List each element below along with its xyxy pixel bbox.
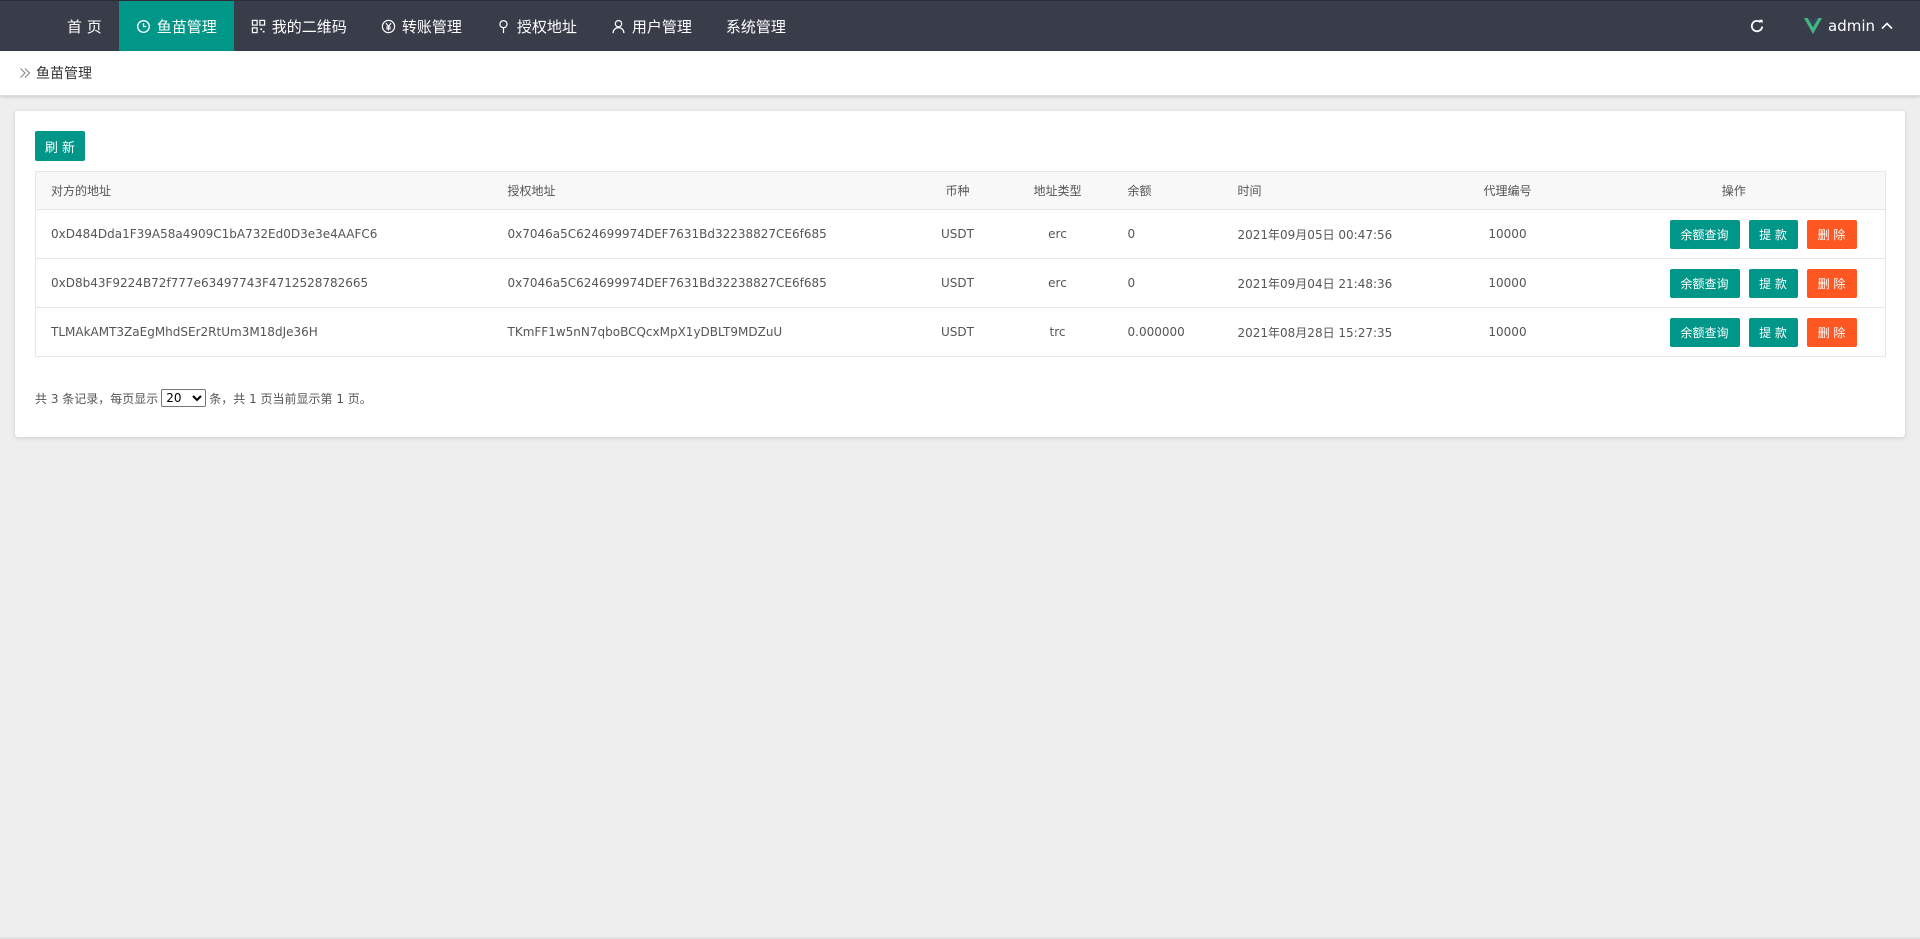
- cell-address: TLMAkAMT3ZaEgMhdSEr2RtUm3M18dJe36H: [35, 307, 493, 357]
- breadcrumb-current: 鱼苗管理: [36, 66, 92, 82]
- cell-agent-id: 10000: [1432, 209, 1583, 259]
- withdraw-button[interactable]: 提 款: [1748, 219, 1798, 249]
- cell-balance: 0.000000: [1112, 307, 1223, 357]
- cell-coin: USDT: [912, 258, 1003, 308]
- user-name: admin: [1828, 17, 1875, 35]
- nav-item-label: 鱼苗管理: [156, 17, 217, 36]
- nav-item-users[interactable]: 用户管理: [594, 1, 709, 51]
- balance-query-button[interactable]: 余额查询: [1669, 219, 1740, 249]
- table-header-row: 对方的地址 授权地址 币种 地址类型 余额 时间 代理编号 操作: [35, 171, 1886, 210]
- yen-icon: [381, 18, 397, 34]
- nav-item-label: 首 页: [67, 17, 102, 36]
- cell-time: 2021年09月05日 00:47:56: [1222, 209, 1433, 259]
- nav-item-label: 用户管理: [631, 17, 692, 36]
- balance-query-button[interactable]: 余额查询: [1669, 317, 1740, 347]
- clock-icon: [136, 18, 152, 34]
- cell-auth-address: 0x7046a5C624699974DEF7631Bd32238827CE6f6…: [492, 258, 913, 308]
- breadcrumb: 鱼苗管理: [0, 51, 1920, 96]
- col-header-actions: 操作: [1582, 171, 1886, 210]
- nav-item-label: 我的二维码: [271, 17, 347, 36]
- table-row: 0xD8b43F9224B72f777e63497743F47125287826…: [35, 258, 1886, 308]
- balance-query-button[interactable]: 余额查询: [1669, 268, 1740, 298]
- qrcode-icon: [251, 18, 267, 34]
- user-menu[interactable]: admin: [1782, 1, 1902, 51]
- cell-time: 2021年08月28日 15:27:35: [1222, 307, 1433, 357]
- table-row: TLMAkAMT3ZaEgMhdSEr2RtUm3M18dJe36H TKmFF…: [35, 307, 1886, 357]
- nav-item-label: 转账管理: [401, 17, 462, 36]
- col-header-balance: 余额: [1112, 171, 1223, 210]
- cell-actions: 余额查询 提 款 删 除: [1582, 258, 1886, 308]
- fish-fry-table: 对方的地址 授权地址 币种 地址类型 余额 时间 代理编号 操作 0xD484D…: [35, 171, 1886, 357]
- cell-agent-id: 10000: [1432, 307, 1583, 357]
- col-header-auth-address: 授权地址: [492, 171, 913, 210]
- cell-address-type: erc: [1002, 209, 1113, 259]
- main-nav: 首 页 鱼苗管理 我的二维码 转账管理 授权地址 用户管理 系统管理: [0, 1, 803, 51]
- cell-coin: USDT: [912, 209, 1003, 259]
- pager-suffix: 条，共 1 页当前显示第 1 页。: [209, 391, 372, 406]
- col-header-coin: 币种: [912, 171, 1003, 210]
- pagination: 共 3 条记录，每页显示 20 条，共 1 页当前显示第 1 页。: [35, 389, 372, 407]
- vue-logo-icon: [1804, 18, 1822, 34]
- col-header-address: 对方的地址: [35, 171, 493, 210]
- col-header-time: 时间: [1222, 171, 1433, 210]
- nav-item-transfer[interactable]: 转账管理: [364, 1, 479, 51]
- cell-address: 0xD8b43F9224B72f777e63497743F47125287826…: [35, 258, 493, 308]
- delete-button[interactable]: 删 除: [1806, 268, 1857, 298]
- delete-button[interactable]: 删 除: [1806, 219, 1857, 249]
- double-chevron-right-icon: [20, 68, 31, 78]
- cell-agent-id: 10000: [1432, 258, 1583, 308]
- location-icon: [496, 18, 512, 34]
- cell-auth-address: 0x7046a5C624699974DEF7631Bd32238827CE6f6…: [492, 209, 913, 259]
- table-row: 0xD484Dda1F39A58a4909C1bA732Ed0D3e3e4AAF…: [35, 209, 1886, 259]
- nav-item-system[interactable]: 系统管理: [709, 1, 803, 51]
- withdraw-button[interactable]: 提 款: [1748, 268, 1798, 298]
- nav-item-qrcode[interactable]: 我的二维码: [234, 1, 364, 51]
- nav-item-home[interactable]: 首 页: [50, 1, 119, 51]
- cell-balance: 0: [1112, 209, 1223, 259]
- chevron-up-icon: [1881, 22, 1893, 30]
- col-header-address-type: 地址类型: [1002, 171, 1113, 210]
- col-header-agent-id: 代理编号: [1432, 171, 1583, 210]
- top-right-tools: admin: [1732, 1, 1920, 51]
- top-nav-bar: 首 页 鱼苗管理 我的二维码 转账管理 授权地址 用户管理 系统管理 admin: [0, 0, 1920, 51]
- page-size-select[interactable]: 20: [161, 389, 207, 407]
- refresh-page-button[interactable]: [1732, 1, 1782, 51]
- cell-balance: 0: [1112, 258, 1223, 308]
- cell-coin: USDT: [912, 307, 1003, 357]
- cell-actions: 余额查询 提 款 删 除: [1582, 307, 1886, 357]
- cell-address: 0xD484Dda1F39A58a4909C1bA732Ed0D3e3e4AAF…: [35, 209, 493, 259]
- nav-item-label: 授权地址: [516, 17, 577, 36]
- refresh-button[interactable]: 刷 新: [35, 131, 85, 161]
- cell-auth-address: TKmFF1w5nN7qboBCQcxMpX1yDBLT9MDZuU: [492, 307, 913, 357]
- delete-button[interactable]: 删 除: [1806, 317, 1857, 347]
- cell-time: 2021年09月04日 21:48:36: [1222, 258, 1433, 308]
- nav-item-label: 系统管理: [725, 17, 786, 36]
- refresh-icon: [1750, 19, 1764, 33]
- cell-address-type: trc: [1002, 307, 1113, 357]
- nav-item-fish-fry[interactable]: 鱼苗管理: [118, 1, 234, 51]
- nav-item-auth-address[interactable]: 授权地址: [479, 1, 594, 51]
- cell-address-type: erc: [1002, 258, 1113, 308]
- pager-prefix: 共 3 条记录，每页显示: [35, 391, 159, 406]
- withdraw-button[interactable]: 提 款: [1748, 317, 1798, 347]
- cell-actions: 余额查询 提 款 删 除: [1582, 209, 1886, 259]
- content-card: 刷 新 对方的地址 授权地址 币种 地址类型 余额 时间 代理编号 操作 0xD…: [15, 111, 1905, 437]
- user-icon: [611, 18, 627, 34]
